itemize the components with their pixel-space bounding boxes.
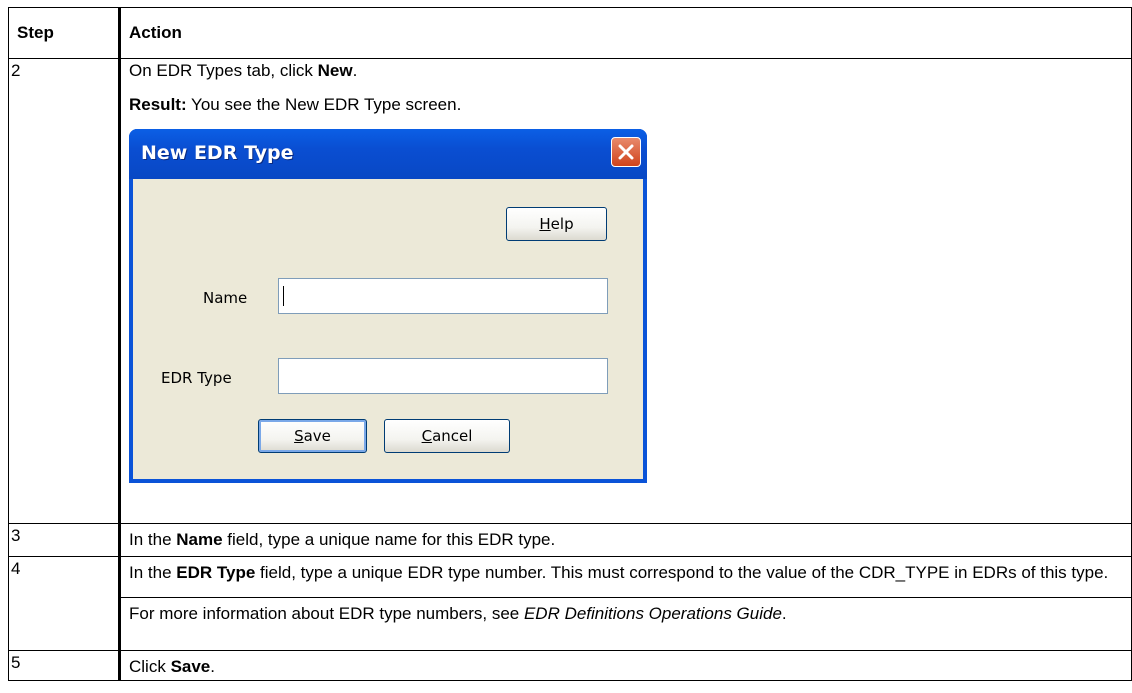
action-cell: In the Name field, type a unique name fo… bbox=[118, 523, 1132, 557]
action-cell: Click Save. bbox=[118, 650, 1132, 681]
bold-term: EDR Type bbox=[176, 563, 256, 582]
note-text: For more information about EDR type numb… bbox=[121, 597, 1131, 624]
hotkey-letter: S bbox=[294, 427, 304, 445]
step-number: 3 bbox=[8, 523, 120, 557]
text-run: . bbox=[352, 61, 358, 80]
dialog-titlebar: New EDR Type bbox=[129, 129, 647, 179]
hotkey-letter: H bbox=[539, 215, 551, 233]
name-field[interactable] bbox=[278, 278, 608, 314]
button-label: elp bbox=[550, 215, 574, 233]
dialog-title: New EDR Type bbox=[141, 142, 294, 164]
close-button[interactable] bbox=[611, 137, 641, 167]
name-label: Name bbox=[203, 289, 248, 307]
instruction-text: In the Name field, type a unique name fo… bbox=[129, 526, 1123, 550]
edr-type-field[interactable] bbox=[278, 358, 608, 394]
new-edr-type-dialog: New EDR Type Help Name EDR Type Save Can… bbox=[129, 129, 647, 483]
text-run: field, type a unique name for this EDR t… bbox=[222, 530, 556, 549]
bold-term: Result: bbox=[129, 95, 187, 114]
step-number: 5 bbox=[8, 650, 120, 681]
step-number: 2 bbox=[8, 58, 120, 524]
bold-term: New bbox=[317, 61, 353, 80]
table-row: 2 On EDR Types tab, click New. Result: Y… bbox=[8, 58, 1132, 524]
text-run: Click bbox=[129, 657, 171, 676]
hotkey-letter: C bbox=[421, 427, 433, 445]
text-run: In the bbox=[129, 530, 177, 549]
close-icon bbox=[618, 144, 634, 160]
instruction-text: On EDR Types tab, click New. bbox=[129, 61, 1123, 81]
edr-type-label: EDR Type bbox=[161, 369, 232, 387]
step-number: 4 bbox=[8, 556, 120, 651]
text-run: . bbox=[210, 657, 215, 676]
action-cell: In the EDR Type field, type a unique EDR… bbox=[118, 556, 1132, 651]
action-header: Action bbox=[118, 7, 1132, 59]
text-cursor bbox=[283, 286, 284, 306]
text-run: field, type a unique EDR type number. Th… bbox=[255, 563, 1109, 582]
button-label: ancel bbox=[432, 427, 473, 445]
help-button[interactable]: Help bbox=[506, 207, 607, 241]
instruction-text: Click Save. bbox=[129, 653, 1123, 677]
steps-table: Step Action 2 On EDR Types tab, click Ne… bbox=[8, 7, 1132, 681]
dialog-body: Help Name EDR Type Save Cancel bbox=[133, 179, 643, 479]
table-row: 4 In the EDR Type field, type a unique E… bbox=[8, 556, 1132, 651]
result-text: Result: You see the New EDR Type screen. bbox=[129, 95, 1123, 115]
text-run: On EDR Types tab, click bbox=[129, 61, 318, 80]
table-row: 3 In the Name field, type a unique name … bbox=[8, 523, 1132, 557]
instruction-text: In the EDR Type field, type a unique EDR… bbox=[129, 559, 1123, 583]
action-cell: On EDR Types tab, click New. Result: You… bbox=[118, 58, 1132, 524]
text-run: For more information about EDR type numb… bbox=[129, 604, 524, 623]
bold-term: Save bbox=[170, 657, 211, 676]
text-run: You see the New EDR Type screen. bbox=[186, 95, 462, 114]
cancel-button[interactable]: Cancel bbox=[384, 419, 510, 453]
step-header: Step bbox=[8, 7, 120, 59]
bold-term: Name bbox=[176, 530, 223, 549]
button-label: ave bbox=[303, 427, 331, 445]
text-run: In the bbox=[129, 563, 177, 582]
table-row: 5 Click Save. bbox=[8, 650, 1132, 681]
text-run: . bbox=[781, 604, 787, 623]
guide-reference: EDR Definitions Operations Guide bbox=[523, 604, 782, 623]
save-button[interactable]: Save bbox=[258, 419, 367, 453]
